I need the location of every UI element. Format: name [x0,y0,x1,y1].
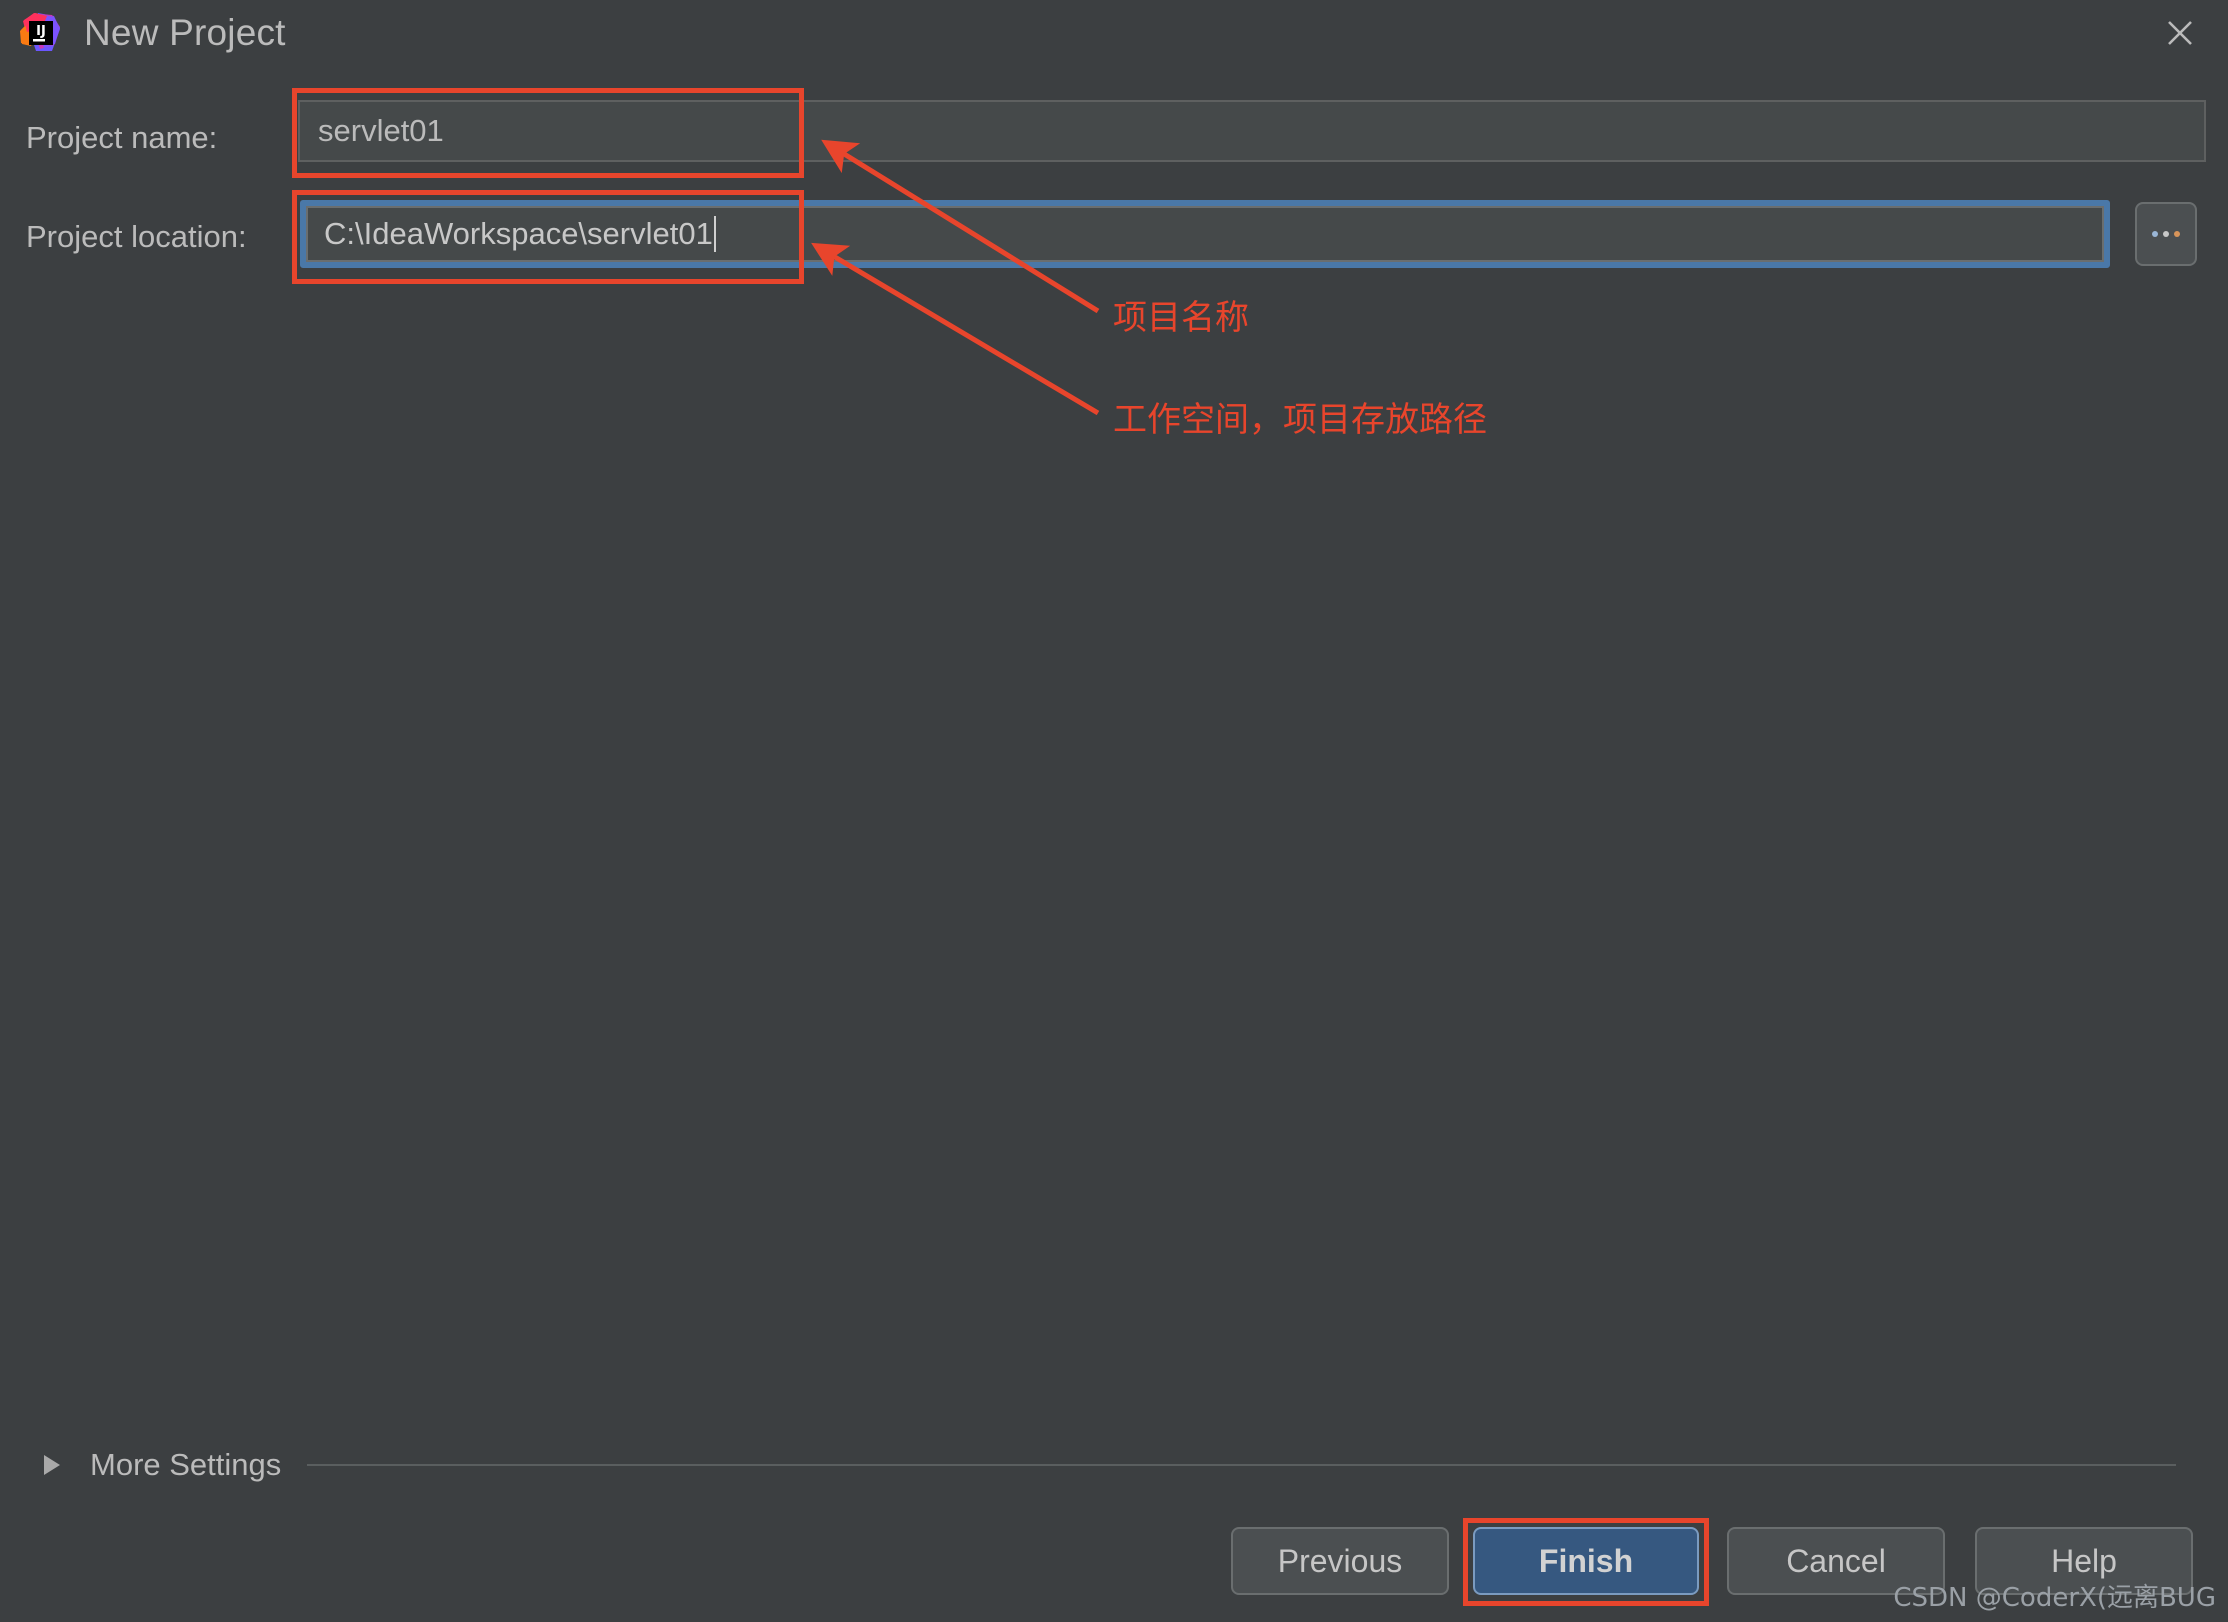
more-settings-section[interactable]: More Settings [0,1443,2228,1487]
project-location-input[interactable]: C:\IdeaWorkspace\servlet01 [306,206,2104,262]
new-project-dialog: IJ New Project Project name: servlet01 P… [0,0,2228,1622]
ellipsis-icon-dot-3 [2174,231,2180,237]
more-settings-label[interactable]: More Settings [90,1447,281,1483]
triangle-right-icon[interactable] [44,1455,60,1475]
page-title: New Project [84,12,286,53]
svg-text:IJ: IJ [36,24,46,39]
ellipsis-icon-dot-1 [2152,231,2158,237]
dialog-titlebar: IJ New Project [0,0,2228,66]
project-name-label: Project name: [26,120,218,155]
annotation-label-project-location: 工作空间，项目存放路径 [1113,400,1487,440]
finish-button[interactable]: Finish [1473,1527,1699,1595]
browse-folder-button[interactable] [2135,202,2197,266]
close-icon[interactable] [2150,8,2210,58]
previous-button[interactable]: Previous [1231,1527,1449,1595]
project-location-label: Project location: [26,219,247,254]
project-location-value: C:\IdeaWorkspace\servlet01 [324,216,713,251]
project-name-input[interactable]: servlet01 [298,100,2206,162]
ellipsis-icon-dot-2 [2163,231,2169,237]
text-caret [713,216,716,252]
annotation-label-project-name: 项目名称 [1113,298,1249,338]
watermark-text: CSDN @CoderX(远离BUG [1893,1583,2216,1613]
section-divider [307,1464,2176,1466]
intellij-idea-logo-icon: IJ [18,11,62,55]
project-location-focus-ring: C:\IdeaWorkspace\servlet01 [300,200,2110,268]
